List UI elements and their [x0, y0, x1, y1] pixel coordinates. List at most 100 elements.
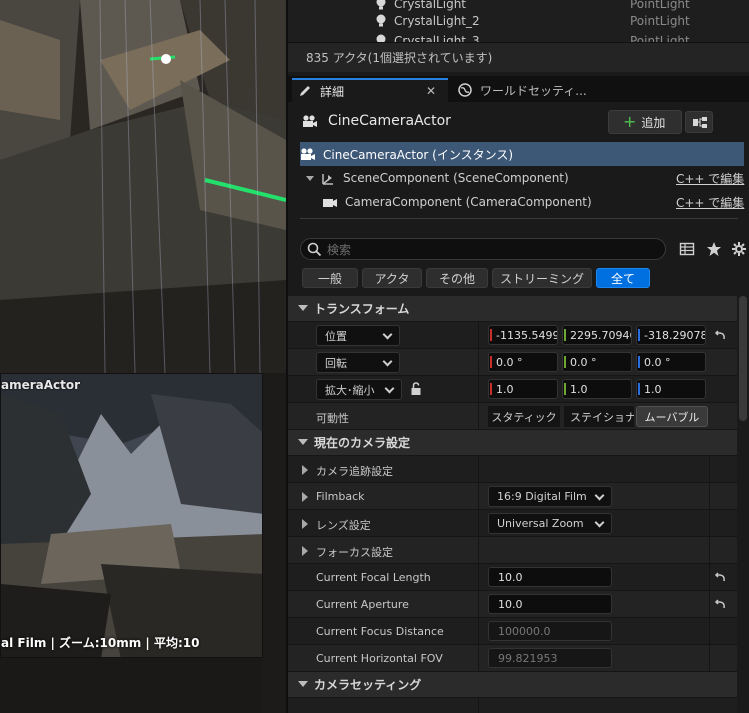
lock-icon[interactable] [410, 382, 422, 396]
category-transform[interactable]: トランスフォーム [288, 296, 737, 322]
rotation-z-input[interactable]: 0.0 ° [636, 352, 706, 372]
close-icon[interactable]: ✕ [426, 84, 436, 98]
plus-icon: + [623, 112, 637, 131]
column-divider [478, 403, 479, 430]
chevron-right-icon[interactable] [302, 546, 308, 556]
chevron-down-icon [594, 517, 605, 528]
location-y-input[interactable]: 2295.70946 [562, 325, 632, 345]
chevron-down-icon[interactable] [306, 175, 314, 181]
tab-details[interactable]: 詳細 ✕ [292, 78, 448, 102]
filter-all[interactable]: 全て [596, 268, 650, 288]
tracking-settings-label: カメラ追跡設定 [316, 465, 393, 478]
aperture-label: Current Aperture [316, 598, 409, 611]
filter-general[interactable]: 一般 [302, 268, 358, 288]
tab-world-settings-label: ワールドセッティ... [480, 83, 587, 98]
reset-to-default-icon[interactable] [714, 598, 727, 611]
scene-component-icon [322, 173, 333, 185]
level-viewport[interactable]: ameraActor al Film | ズーム:10mm | 平均:10 [0, 0, 286, 713]
filmback-preset-select[interactable]: 16:9 Digital Film [488, 486, 612, 507]
reset-to-default-icon[interactable] [714, 329, 727, 342]
category-filters: 一般 アクタ その他 ストリーミング 全て [288, 268, 749, 292]
aperture-input[interactable]: 10.0 [488, 594, 612, 614]
chevron-right-icon[interactable] [302, 465, 308, 475]
column-divider [709, 456, 710, 483]
edit-in-cpp-link[interactable]: C++ で編集 [676, 194, 744, 211]
chevron-down-icon [298, 439, 308, 445]
tab-details-label: 詳細 [320, 84, 345, 99]
location-z-input[interactable]: -318.29078 [636, 325, 706, 345]
panel-tabbar: 詳細 ✕ ワールドセッティ... [288, 76, 749, 102]
lens-settings-label: レンズ設定 [316, 519, 371, 532]
focus-distance-label: Current Focus Distance [316, 625, 444, 638]
property-scale: 拡大･縮小 1.0 1.0 1.0 [288, 376, 737, 403]
property-tracking-settings[interactable]: カメラ追跡設定 [288, 456, 737, 483]
rotation-y-input[interactable]: 0.0 ° [562, 352, 632, 372]
blueprint-button[interactable] [685, 111, 713, 133]
category-current-camera-settings[interactable]: 現在のカメラ設定 [288, 430, 737, 456]
scale-mode-select[interactable]: 拡大･縮小 [316, 379, 402, 400]
outliner-row[interactable]: CrystalLight_2 PointLight [288, 11, 749, 31]
focal-length-input[interactable]: 10.0 [488, 567, 612, 587]
chevron-down-icon [298, 305, 308, 311]
search-icon [307, 242, 322, 257]
property-grid: トランスフォーム 位置 -1135.5499 2295.70946 -318.2… [288, 296, 737, 713]
reset-to-default-icon[interactable] [714, 571, 727, 584]
search-input[interactable]: 検索 [300, 238, 666, 260]
outliner-row-name: CrystalLight [394, 0, 467, 11]
chevron-right-icon[interactable] [302, 519, 308, 529]
point-light-icon [376, 0, 386, 10]
tab-world-settings[interactable]: ワールドセッティ... [452, 78, 612, 102]
category-title: カメラセッティング [314, 678, 422, 692]
outliner-list: CrystalLight PointLight CrystalLight_2 P… [288, 0, 749, 42]
chevron-right-icon[interactable] [302, 492, 308, 502]
component-row-label: CameraComponent (CameraComponent) [345, 195, 592, 209]
component-divider [300, 218, 738, 219]
category-camera-settings[interactable]: カメラセッティング [288, 672, 737, 698]
component-row-actor[interactable]: CineCameraActor (インスタンス) [300, 142, 744, 166]
column-divider [478, 510, 479, 537]
column-divider [478, 698, 479, 713]
component-row-camera[interactable]: CameraComponent (CameraComponent) C++ で編… [300, 190, 744, 214]
actor-count-text: 835 アクタ(1個選択されています) [306, 51, 493, 65]
mobility-movable-option[interactable]: ムーバブル [636, 406, 708, 427]
property-location: 位置 -1135.5499 2295.70946 -318.29078 [288, 322, 737, 349]
mobility-stationary-option[interactable]: ステイショナリー [564, 406, 634, 427]
gear-icon[interactable] [731, 241, 747, 257]
details-scrollbar[interactable] [739, 296, 747, 421]
location-x-input[interactable]: -1135.5499 [488, 325, 558, 345]
star-icon[interactable] [706, 241, 722, 257]
mobility-label: 可動性 [316, 412, 349, 425]
camera-actor-icon [301, 147, 315, 160]
mobility-static-option[interactable]: スタティック [488, 406, 560, 427]
camera-preview-footer: al Film | ズーム:10mm | 平均:10 [1, 636, 200, 650]
scale-y-input[interactable]: 1.0 [562, 379, 632, 399]
column-divider [709, 618, 710, 645]
details-search-row: 検索 [288, 236, 749, 264]
chevron-down-icon [382, 356, 393, 367]
camera-preview-title: ameraActor [1, 378, 81, 392]
outliner-row[interactable]: CrystalLight_3 PointLight [288, 31, 749, 42]
property-focus-settings[interactable]: フォーカス設定 [288, 537, 737, 564]
scale-x-input[interactable]: 1.0 [488, 379, 558, 399]
column-divider [478, 456, 479, 483]
filter-actor[interactable]: アクタ [362, 268, 422, 288]
add-component-button[interactable]: + 追加 [608, 110, 682, 134]
scale-z-input[interactable]: 1.0 [636, 379, 706, 399]
location-mode-select[interactable]: 位置 [316, 325, 400, 346]
rotation-label: 回転 [325, 356, 347, 370]
filter-misc[interactable]: その他 [426, 268, 488, 288]
component-row-scene[interactable]: SceneComponent (SceneComponent) C++ で編集 [300, 166, 744, 190]
property-current-hfov: Current Horizontal FOV 99.821953 [288, 645, 737, 672]
edit-in-cpp-link[interactable]: C++ で編集 [676, 170, 744, 187]
rotation-mode-select[interactable]: 回転 [316, 352, 400, 373]
rotation-x-input[interactable]: 0.0 ° [488, 352, 558, 372]
component-row-label: CineCameraActor (インスタンス) [323, 147, 514, 162]
focus-settings-label: フォーカス設定 [316, 546, 393, 559]
property-partial-row [288, 698, 737, 713]
actor-name: CineCameraActor [328, 113, 451, 129]
lens-preset-select[interactable]: Universal Zoom [488, 513, 612, 534]
point-light-icon [376, 34, 386, 42]
table-view-icon[interactable] [679, 241, 695, 257]
property-lens-settings: レンズ設定 Universal Zoom [288, 510, 737, 537]
filter-streaming[interactable]: ストリーミング [492, 268, 592, 288]
